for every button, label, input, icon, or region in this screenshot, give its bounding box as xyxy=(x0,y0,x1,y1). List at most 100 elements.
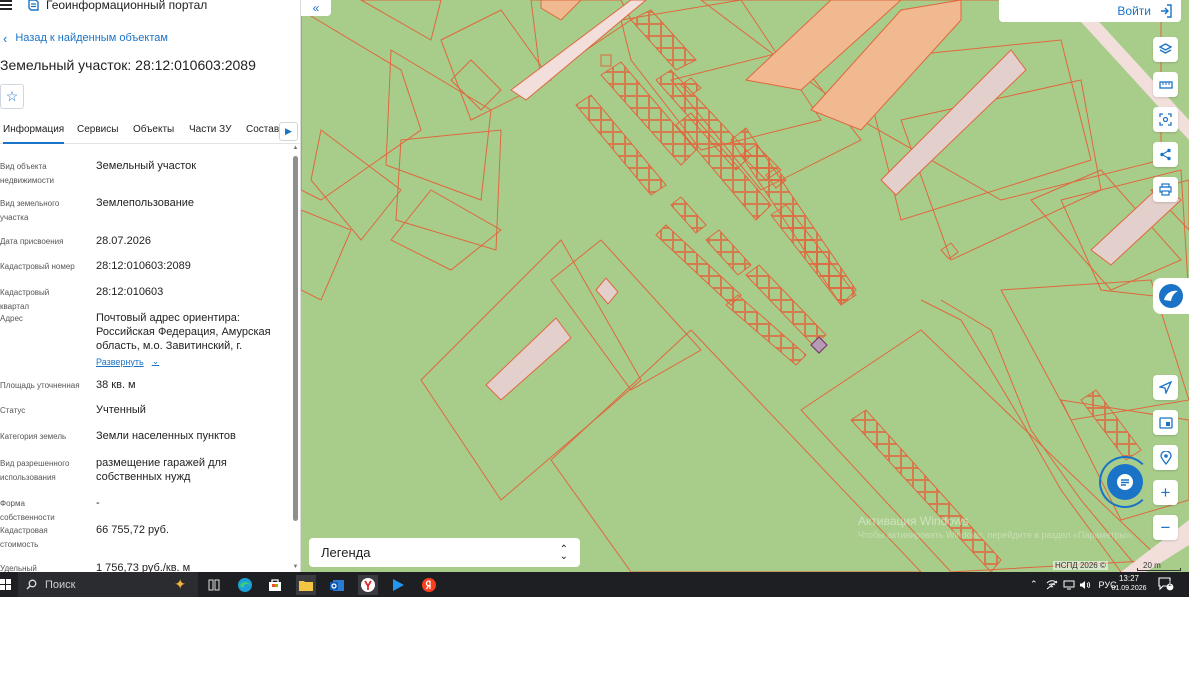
chevron-up-icon[interactable]: ⌃ xyxy=(1030,579,1038,590)
clock-time: 13:27 xyxy=(1118,574,1140,583)
monitor-icon[interactable] xyxy=(1063,580,1075,590)
taskbar-search[interactable]: Поиск ✦ xyxy=(18,572,198,597)
favorite-button[interactable]: ☆ xyxy=(0,84,24,109)
info-sidebar: Геоинформационный портал ‹ Назад к найде… xyxy=(0,0,301,572)
windows-activation-text: Чтобы активировать Windows, перейдите в … xyxy=(858,530,1134,540)
print-button[interactable] xyxy=(1153,177,1178,202)
tabs-scroll-button[interactable]: ▶ xyxy=(279,122,298,141)
locate-button[interactable] xyxy=(1153,375,1178,400)
windows-start-icon[interactable] xyxy=(0,579,11,590)
file-explorer-icon[interactable] xyxy=(296,575,316,595)
property-value: 38 кв. м xyxy=(96,379,136,391)
sort-arrows-icon: ⌃ ⌄ xyxy=(559,543,568,562)
property-value: 1 756,73 руб./кв. м xyxy=(96,562,191,572)
property-value: - xyxy=(96,497,100,509)
search-label: Поиск xyxy=(45,578,76,591)
property-label: Вид разрешенного использования xyxy=(0,459,70,482)
zoom-out-icon: − xyxy=(1160,518,1171,537)
yandex-icon[interactable] xyxy=(419,575,439,595)
chat-button[interactable] xyxy=(1107,464,1143,500)
collapse-panel-button[interactable]: « xyxy=(301,0,331,16)
chevron-right-icon: ▶ xyxy=(285,126,292,136)
double-chevron-left-icon: « xyxy=(312,1,320,15)
notification-center[interactable]: 2 xyxy=(1158,577,1174,591)
property-label: Статус xyxy=(0,406,26,415)
print-icon xyxy=(1159,183,1172,196)
share-icon xyxy=(1160,148,1171,161)
zoom-in-button[interactable]: + xyxy=(1153,480,1178,505)
property-label: Дата присвоения xyxy=(0,237,64,246)
edge-browser-icon[interactable] xyxy=(235,575,255,595)
map-view-icon xyxy=(1158,416,1173,429)
layers-icon xyxy=(1159,43,1172,54)
scroll-down-icon[interactable]: ▼ xyxy=(292,564,299,570)
cadastral-map[interactable]: « Войти + − Активация Windows Чтобы акти… xyxy=(301,0,1189,572)
property-label: Кадастровый номер xyxy=(0,262,75,271)
clock-date: 01.09.2026 xyxy=(1111,585,1147,592)
tab-information[interactable]: Информация xyxy=(3,124,65,144)
property-value: Землепользование xyxy=(96,197,195,209)
network-off-icon[interactable] xyxy=(1046,579,1058,590)
search-icon xyxy=(26,579,37,590)
menu-icon[interactable] xyxy=(0,0,12,10)
property-value: 66 755,72 руб. xyxy=(96,524,169,536)
sidebar-scrollbar[interactable]: ▲ ▼ xyxy=(291,144,300,572)
share-button[interactable] xyxy=(1153,142,1178,167)
scroll-up-icon[interactable]: ▲ xyxy=(292,145,299,151)
map-credit: НСПД 2026 © xyxy=(1053,561,1108,570)
back-link[interactable]: ‹ Назад к найденным объектам xyxy=(3,30,168,46)
select-area-icon xyxy=(1159,113,1172,126)
screen: Геоинформационный портал ‹ Назад к найде… xyxy=(0,0,1189,597)
volume-icon[interactable] xyxy=(1079,580,1091,590)
property-label: Вид объекта недвижимости xyxy=(0,162,54,185)
geo-pin-icon xyxy=(1159,450,1172,465)
task-view-icon[interactable] xyxy=(204,575,224,595)
chevron-left-icon: ‹ xyxy=(3,30,8,46)
legend-label: Легенда xyxy=(321,545,371,560)
tab-composition[interactable]: Состав xyxy=(246,124,279,135)
back-link-label: Назад к найденным объектам xyxy=(15,32,168,44)
store-icon[interactable] xyxy=(265,575,285,595)
gosuslugi-logo-icon xyxy=(1159,284,1183,308)
windows-taskbar: Поиск ✦ ⌃ РУС 13:27 01.09.2026 2 xyxy=(0,572,1189,597)
area-select-button[interactable] xyxy=(1153,107,1178,132)
portal-title: Геоинформационный портал xyxy=(46,0,208,12)
geo-search-button[interactable] xyxy=(1153,445,1178,470)
ruler-icon xyxy=(1158,80,1173,89)
property-label: Кадастровая стоимость xyxy=(0,526,48,549)
property-value: размещение гаражей для собственных нужд xyxy=(96,457,227,483)
login-button[interactable]: Войти xyxy=(999,0,1181,22)
property-label: Форма собственности xyxy=(0,499,55,522)
map-view-button[interactable] xyxy=(1153,410,1178,435)
property-value: 28:12:010603:2089 xyxy=(96,260,191,272)
property-label: Адрес xyxy=(0,314,23,323)
legend-dropdown[interactable]: Легенда ⌃ ⌄ xyxy=(309,538,580,567)
chat-icon xyxy=(1117,474,1133,490)
tab-parcel-parts[interactable]: Части ЗУ xyxy=(189,124,231,135)
media-player-icon[interactable] xyxy=(388,575,408,595)
property-label: Категория земель xyxy=(0,432,67,441)
locate-icon xyxy=(1159,381,1172,394)
zoom-out-button[interactable]: − xyxy=(1153,515,1178,540)
measure-button[interactable] xyxy=(1153,72,1178,97)
property-value: Земельный участок xyxy=(96,160,197,172)
tab-objects[interactable]: Объекты xyxy=(133,124,174,135)
tab-services[interactable]: Сервисы xyxy=(77,124,118,135)
expand-address-link[interactable]: Развернуть ⌄ xyxy=(96,356,159,367)
property-label: Удельный показатель xyxy=(0,564,37,572)
property-list: Вид объекта недвижимости Земельный участо… xyxy=(0,150,290,572)
page-title: Земельный участок: 28:12:010603:2089 xyxy=(0,57,256,73)
property-label: Площадь уточненная xyxy=(0,381,80,390)
login-icon xyxy=(1161,4,1172,18)
address-value: Почтовый адрес ориентира: Российская Фед… xyxy=(96,312,271,352)
system-clock[interactable]: 13:27 01.09.2026 xyxy=(1108,574,1150,594)
layers-button[interactable] xyxy=(1153,37,1178,62)
property-label: Вид земельного участка xyxy=(0,199,60,222)
chevron-down-icon: ⌄ xyxy=(151,356,160,366)
gosuslugi-button[interactable] xyxy=(1153,278,1189,314)
scroll-thumb[interactable] xyxy=(293,156,298,521)
yandex-browser-icon[interactable] xyxy=(358,575,378,595)
outlook-icon[interactable] xyxy=(327,575,347,595)
property-value: 28.07.2026 xyxy=(96,235,152,247)
sparkle-icon: ✦ xyxy=(174,576,186,592)
